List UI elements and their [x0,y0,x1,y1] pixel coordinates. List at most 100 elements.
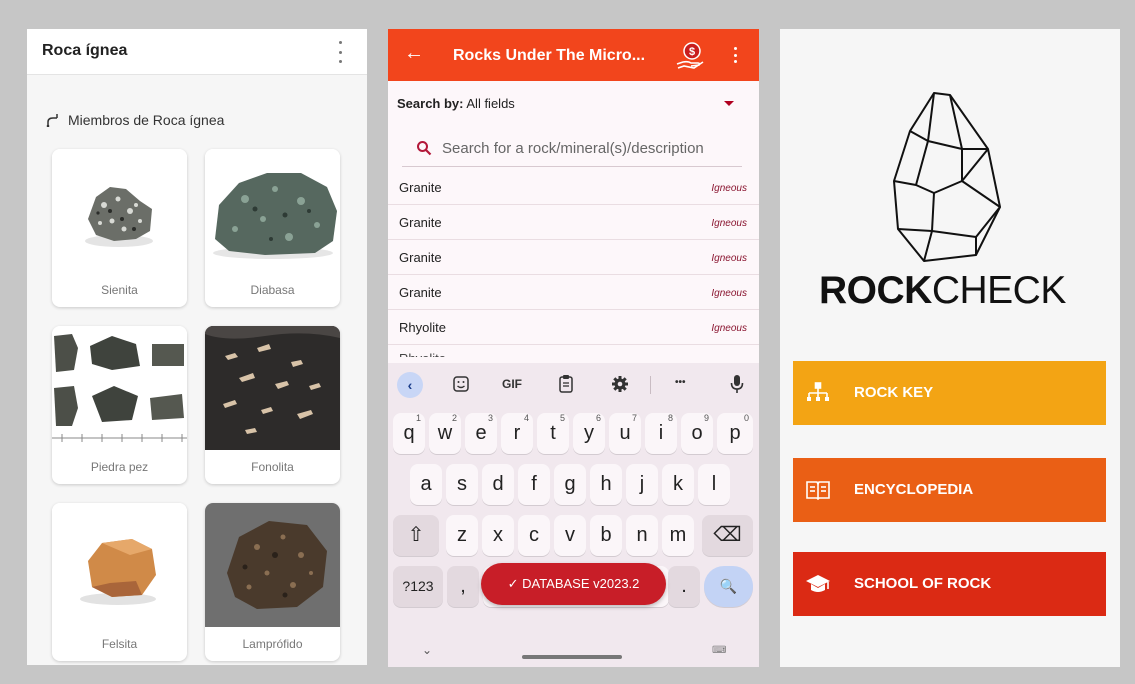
key-v[interactable]: v [554,515,586,556]
search-input[interactable] [442,135,740,161]
page-title: Roca ígnea [42,42,128,59]
section-label: Miembros de Roca ígnea [68,112,225,128]
gif-button[interactable]: GIF [502,377,522,391]
key-g[interactable]: g [554,464,586,505]
panel-rock-search: ← Rocks Under The Micro... $ Search by: … [388,29,759,667]
key-x[interactable]: x [482,515,514,556]
fonolita-image [205,326,340,450]
key-u[interactable]: u7 [609,413,641,454]
rock-card-piedra-pez[interactable]: Piedra pez [52,326,187,484]
rock-type: Igneous [711,288,747,299]
back-arrow-icon[interactable]: ← [404,43,424,63]
key-o[interactable]: o9 [681,413,713,454]
key-c[interactable]: c [518,515,550,556]
rock-name: Rhyolite [399,320,446,335]
result-row[interactable]: Rhyolite Igneous [388,310,759,345]
key-d[interactable]: d [482,464,514,505]
key-n[interactable]: n [626,515,658,556]
database-version-toast: ✓ DATABASE v2023.2 [481,563,666,605]
key-t[interactable]: t5 [537,413,569,454]
key-e[interactable]: e3 [465,413,497,454]
book-icon [806,481,830,501]
key-w[interactable]: w2 [429,413,461,454]
branch-icon [46,114,58,127]
rockcheck-wordmark: ROCKCHECK [819,269,1066,312]
rock-name: Granite [399,180,442,195]
soft-keyboard: ‹ GIF ••• q 1 w 2 e 3 r 4 t 5 y 6 u 7 i … [388,363,759,667]
hide-keyboard-icon[interactable]: ⌄ [422,643,432,657]
keyboard-switch-icon[interactable]: ⌨ [712,645,726,656]
card-caption: Diabasa [250,283,295,297]
key-i[interactable]: i8 [645,413,677,454]
backspace-key[interactable]: ⌫ [702,515,753,556]
rock-type: Igneous [711,253,747,264]
rock-name: Granite [399,250,442,265]
settings-gear-icon[interactable] [611,375,629,393]
search-by-label: Search by: [397,96,464,111]
app-bar: ← Rocks Under The Micro... $ [388,29,759,81]
app-header: Roca ígnea [27,29,367,75]
key-y[interactable]: y6 [573,413,605,454]
key-s[interactable]: s [446,464,478,505]
result-row[interactable]: Granite Igneous [388,240,759,275]
symbols-key[interactable]: ?123 [393,566,443,607]
rock-type: Igneous [711,218,747,229]
card-caption: Felsita [101,637,138,651]
key-b[interactable]: b [590,515,622,556]
rock-card-felsita[interactable]: Felsita [52,503,187,661]
shift-key[interactable]: ⇧ [393,515,439,556]
gesture-nav-bar[interactable] [522,655,622,659]
period-key[interactable]: . [668,566,700,607]
clipboard-icon[interactable] [558,374,574,394]
keyboard-toolbar: ‹ GIF ••• [388,363,759,407]
rock-name: Granite [399,285,442,300]
more-tools-button[interactable]: ••• [675,377,686,388]
rock-type: Igneous [711,323,747,334]
rock-key-button[interactable]: ROCK KEY [793,361,1106,425]
rock-card-diabasa[interactable]: Diabasa [205,149,340,307]
result-row[interactable]: Granite Igneous [388,170,759,205]
comma-key[interactable]: , [447,566,479,607]
key-f[interactable]: f [518,464,550,505]
key-l[interactable]: l [698,464,730,505]
sticker-icon[interactable] [452,375,470,393]
key-p[interactable]: p0 [717,413,753,454]
encyclopedia-button[interactable]: ENCYCLOPEDIA [793,458,1106,522]
result-row[interactable]: Granite Igneous [388,205,759,240]
search-by-value: All fields [466,96,515,111]
toolbar-divider [650,376,651,394]
key-q[interactable]: q1 [393,413,425,454]
microphone-icon[interactable] [730,374,744,394]
search-by-selector[interactable]: Search by: All fields [397,96,515,111]
more-options-icon[interactable] [333,41,347,63]
panel-rockcheck-home: ROCKCHECK ROCK KEY ENCYCLOPEDIA SCHOOL O… [780,29,1120,667]
result-row[interactable]: Granite Igneous [388,275,759,310]
key-h[interactable]: h [590,464,622,505]
rock-card-sienita[interactable]: Sienita [52,149,187,307]
felsita-image [52,503,187,627]
svg-text:$: $ [689,46,695,58]
panel-igneous-rock: Roca ígnea Miembros de Roca ígnea Sienit… [27,29,367,665]
rock-card-fonolita[interactable]: Fonolita [205,326,340,484]
key-r[interactable]: r4 [501,413,533,454]
rock-name: Granite [399,215,442,230]
key-a[interactable]: a [410,464,442,505]
result-row-partial[interactable]: Rhyolite [399,351,446,357]
key-z[interactable]: z [446,515,478,556]
card-caption: Fonolita [251,460,294,474]
key-j[interactable]: j [626,464,658,505]
school-of-rock-button[interactable]: SCHOOL OF ROCK [793,552,1106,616]
piedra-pez-image [52,326,187,450]
key-m[interactable]: m [662,515,694,556]
key-k[interactable]: k [662,464,694,505]
search-key[interactable]: 🔍 [704,566,753,607]
collapse-chevron-icon[interactable]: ‹ [397,372,423,398]
rock-card-lamprofido[interactable]: Lamprófido [205,503,340,661]
dropdown-caret-icon[interactable] [724,101,734,106]
card-caption: Lamprófido [242,637,303,651]
donate-hand-icon[interactable]: $ [674,40,706,72]
search-icon [417,141,432,156]
overflow-menu-icon[interactable] [734,47,738,63]
sienita-image [52,149,187,273]
app-title: Rocks Under The Micro... [453,47,646,64]
